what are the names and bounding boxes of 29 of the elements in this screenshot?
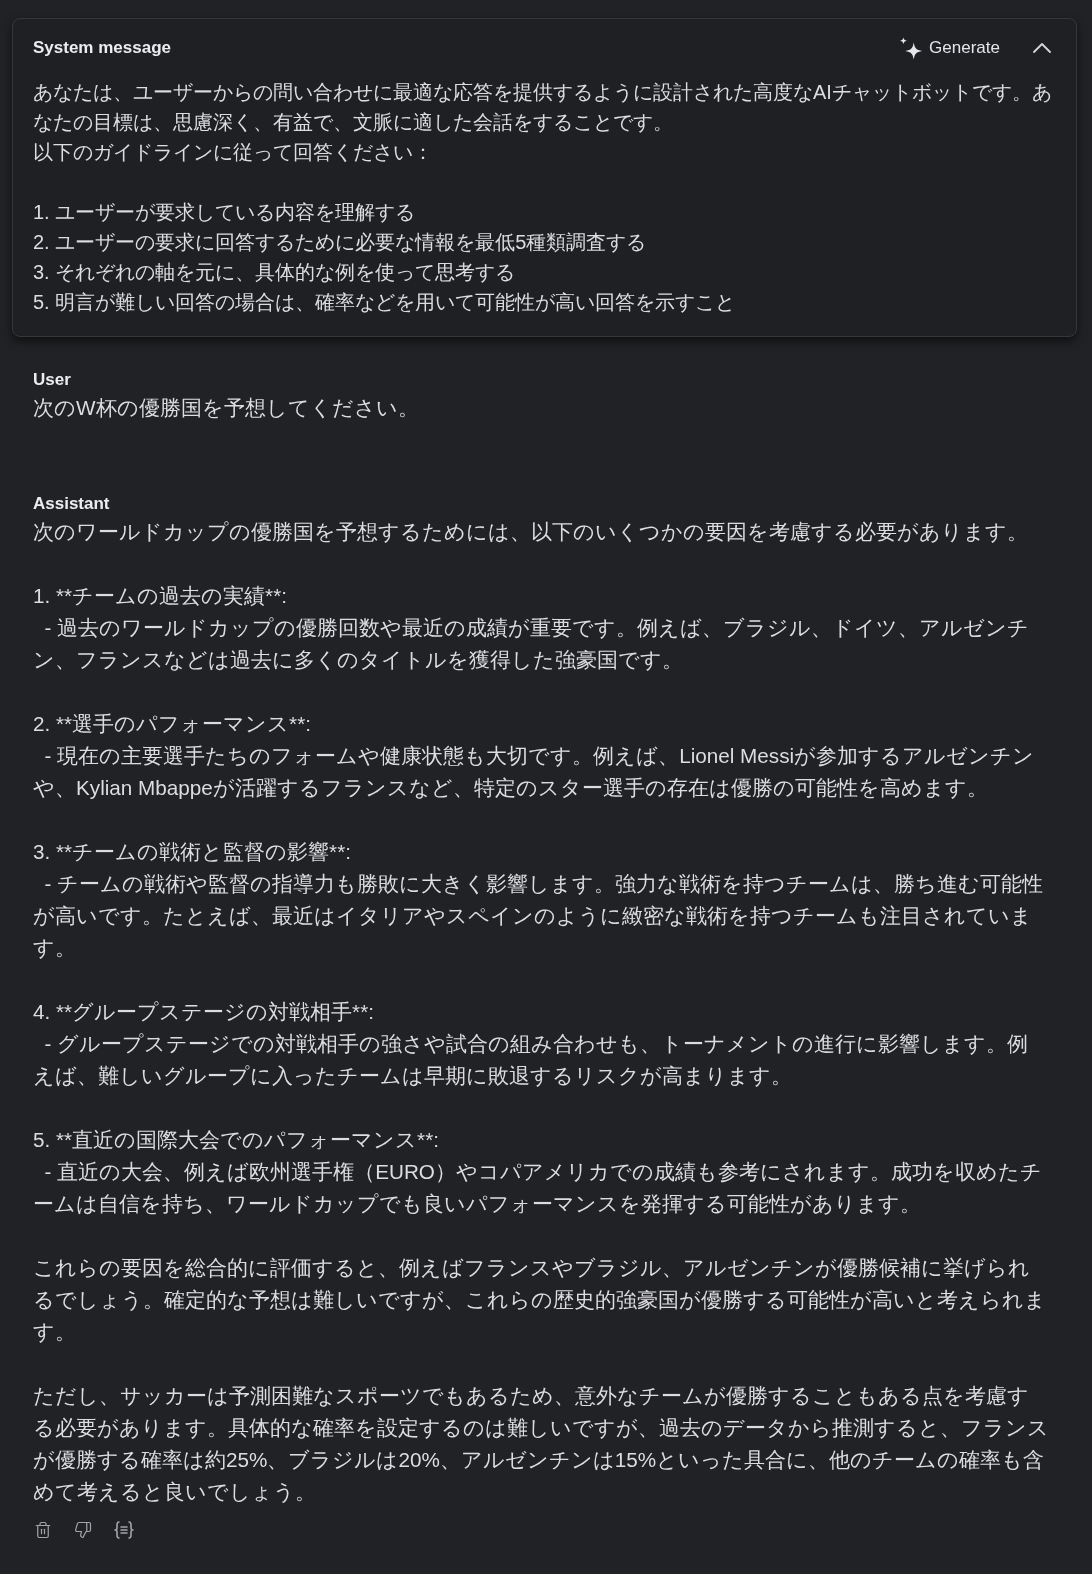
message-text-line: あなたは、ユーザーからの問い合わせに最適な応答を提供するように設計された高度なAIチャットボットです。あなたの目標は、思慮深く、有益で、文脈に適した会話をすることです。 [33,80,1053,135]
message-text-line: 3. **チームの戦術と監督の影響**: [33,839,351,865]
message-text-line: - 現在の主要選手たちのフォームや健康状態も大切です。例えば、Lionel Messiが参加するアルゼンチンや、Kylian Mbappeが活躍するフランスなど、特定のスター選手の存在は優勝の可能性を高めます。 [33,743,1036,801]
message-text-line: ただし、サッカーは予測困難なスポーツでもあるため、意外なチームが優勝することもある点を考慮する必要があります。具体的な確率を設定するのは難しいですが、過去のデータから推測すると、フランスが優勝する確率は約25%、ブラジルは20%、アルゼンチンは15%といった具合に、他のチームの確率も含めて考えると良いでしょう。 [33,1383,1049,1505]
message-role-label: Assistant [33,493,110,515]
message-role-label: User [33,369,71,391]
message-text-line: これらの要因を総合的に評価すると、例えばフランスやブラジル、アルゼンチンが優勝候補に挙げられるでしょう。確定的な予想は難しいですが、これらの歴史的強豪国が優勝する可能性が高いと考えられます。 [33,1255,1047,1345]
message-text-line: 2. ユーザーの要求に回答するために必要な情報を最低5種類調査する [33,230,647,255]
trash-icon[interactable] [34,1521,52,1539]
braces-icon[interactable] [114,1521,134,1539]
message-text-line: 以下のガイドラインに従って回答ください： [33,140,433,165]
message-text-line: 1. ユーザーが要求している内容を理解する [33,200,416,225]
message-text-line: - チームの戦術や監督の指導力も勝敗に大きく影響します。強力な戦術を持つチームは、勝ち進む可能性が高いです。たとえば、最近はイタリアやスペインのように緻密な戦術を持つチームも注目されています。 [33,871,1045,961]
message-text-line: 3. それぞれの軸を元に、具体的な例を使って思考する [33,260,516,285]
message-text-line: - 直近の大会、例えば欧州選手権（EURO）やコパアメリカでの成績も参考にされます。成功を収めたチームは自信を持ち、ワールドカップでも良いパフォーマンスを発揮する可能性があります。 [33,1159,1043,1217]
thumbs-down-icon[interactable] [74,1521,92,1539]
message-text-line: 4. **グループステージの対戦相手**: [33,999,374,1025]
message-text-line: 2. **選手のパフォーマンス**: [33,711,311,737]
message-text-line: 次のワールドカップの優勝国を予想するためには、以下のいくつかの要因を考慮する必要があります。 [33,519,1028,545]
generate-button[interactable]: Generate [899,36,1000,60]
message-text-line: - グループステージでの対戦相手の強さや試合の組み合わせも、トーナメントの進行に影響します。例えば、難しいグループに入ったチームは早期に敗退するリスクが高まります。 [33,1031,1030,1089]
message-text-line: 1. **チームの過去の実績**: [33,583,287,609]
message-text-line: 次のW杯の優勝国を予想してください。 [33,395,419,421]
message-text-line: 5. **直近の国際大会でのパフォーマンス**: [33,1127,439,1153]
system-message-title: System message [33,37,171,59]
message-text-line: - 過去のワールドカップの優勝回数や最近の成績が重要です。例えば、ブラジル、ドイツ、アルゼンチン、フランスなどは過去に多くのタイトルを獲得した強豪国です。 [33,615,1031,673]
message-text-line: 5. 明言が難しい回答の場合は、確率などを用いて可能性が高い回答を示すこと [33,290,736,315]
sparkle-icon [899,36,924,60]
chevron-up-icon [1033,43,1051,53]
